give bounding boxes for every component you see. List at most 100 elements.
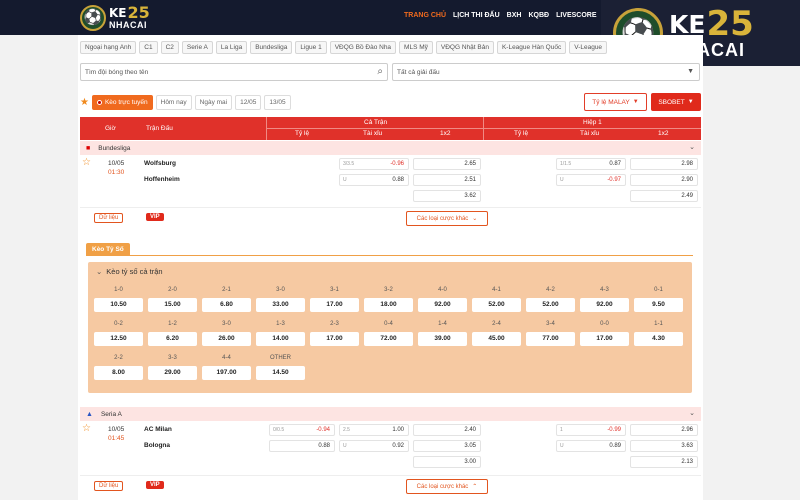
odds-cell[interactable]: 2.5 1.00 (339, 424, 409, 436)
league-chip[interactable]: VĐQG Bồ Đào Nha (329, 41, 397, 54)
score-odds-button[interactable]: 10.50 (94, 298, 143, 312)
odds-cell[interactable]: U 0.88 (339, 174, 409, 186)
odds-cell[interactable]: 1 -0.99 (556, 424, 626, 436)
score-odds-button[interactable]: 45.00 (472, 332, 521, 346)
score-odds-button[interactable]: 8.00 (94, 366, 143, 380)
odds-cell[interactable]: 2.90 (630, 174, 698, 186)
odds-format-dropdown[interactable]: Tỷ lệ MALAY ▼ (584, 93, 647, 111)
score-label: 0-2 (114, 321, 123, 327)
score-odds-button[interactable]: 26.00 (202, 332, 251, 346)
score-odds-button[interactable]: 17.00 (580, 332, 629, 346)
league-chip[interactable]: C1 (139, 41, 158, 54)
odds-cell[interactable]: 3.62 (413, 190, 481, 202)
filter-tab-date-1[interactable]: 12/05 (235, 95, 262, 110)
score-odds-button[interactable]: 17.00 (310, 298, 359, 312)
caret-down-icon: ▼ (687, 99, 694, 105)
nav-item-standings[interactable]: BXH (507, 12, 522, 19)
score-odds-button[interactable]: 92.00 (418, 298, 467, 312)
score-label: 0-0 (600, 321, 609, 327)
col-full-handicap: Tỷ lệ (295, 130, 310, 137)
odds-cell[interactable]: 3.00 (413, 456, 481, 468)
score-odds-button[interactable]: 17.00 (310, 332, 359, 346)
score-odds-button[interactable]: 39.00 (418, 332, 467, 346)
more-bets-label: Các loại cược khác (416, 483, 469, 490)
league-chip[interactable]: Ligue 1 (295, 41, 327, 54)
score-odds-button[interactable]: 33.00 (256, 298, 305, 312)
odds-cell[interactable]: 2.98 (630, 158, 698, 170)
favorite-star-icon[interactable]: ☆ (82, 424, 91, 434)
filter-tab-live[interactable]: Kèo trực tuyến (91, 95, 153, 110)
score-odds-button[interactable]: 4.30 (634, 332, 683, 346)
col-full-match: Cả Trận (364, 119, 388, 126)
site-logo[interactable]: ⚽ KE 25 NHACAI (80, 3, 180, 32)
odds-cell[interactable]: 2.51 (413, 174, 481, 186)
odds-cell[interactable]: 2.13 (630, 456, 698, 468)
league-chip[interactable]: Ngoại hạng Anh (80, 41, 137, 54)
odds-cell[interactable]: 0/0.5 -0.94 (269, 424, 335, 436)
score-odds-button[interactable]: 14.00 (256, 332, 305, 346)
nav-item-results[interactable]: KQBĐ (528, 12, 549, 19)
filter-tab-date-2[interactable]: 13/05 (264, 95, 291, 110)
data-button[interactable]: Dữ liệu (94, 481, 124, 491)
filter-tab-tomorrow[interactable]: Ngày mai (194, 95, 233, 110)
vip-button[interactable]: VIP (146, 481, 164, 489)
nav-item-schedule[interactable]: LỊCH THI ĐẤU (453, 12, 500, 19)
score-odds-button[interactable]: 15.00 (148, 298, 197, 312)
score-odds-button[interactable]: 52.00 (526, 298, 575, 312)
data-button[interactable]: Dữ liệu (94, 213, 124, 223)
score-odds-button[interactable]: 14.50 (256, 366, 305, 380)
league-chip[interactable]: C2 (160, 41, 179, 54)
league-chip[interactable]: Serie A (181, 41, 213, 54)
league-select[interactable]: Tất cả giải đấu ▼ (392, 63, 700, 81)
score-odds-button[interactable]: 52.00 (472, 298, 521, 312)
nav-item-home[interactable]: TRANG CHỦ (404, 12, 446, 19)
league-select-value: Tất cả giải đấu (397, 69, 440, 76)
favorite-star-icon[interactable]: ★ (80, 97, 89, 108)
correct-score-title[interactable]: ⌄ Kèo tỷ số cả trận (96, 267, 163, 276)
more-bets-button[interactable]: Các loại cược khác ⌃ (406, 479, 488, 494)
vip-button[interactable]: VIP (146, 213, 164, 221)
odds-cell[interactable]: U 0.92 (339, 440, 409, 452)
odds-cell[interactable]: 2.40 (413, 424, 481, 436)
league-chip[interactable]: VĐQG Nhật Bản (435, 41, 494, 54)
league-chip[interactable]: La Liga (215, 41, 248, 54)
nav-item-livescore[interactable]: LIVESCORE (556, 12, 596, 19)
home-team: Wolfsburg (144, 160, 177, 167)
odds-cell[interactable]: U 0.89 (556, 440, 626, 452)
league-chip[interactable]: Bundesliga (250, 41, 293, 54)
odds-cell[interactable]: 2.65 (413, 158, 481, 170)
favorite-star-icon[interactable]: ☆ (82, 158, 91, 168)
league-chip[interactable]: MLS Mỹ (399, 41, 433, 54)
chevron-down-icon[interactable]: ⌄ (689, 409, 695, 417)
more-bets-button[interactable]: Các loại cược khác ⌄ (406, 211, 488, 226)
score-odds-button[interactable]: 6.20 (148, 332, 197, 346)
score-odds-button[interactable]: 197.00 (202, 366, 251, 380)
logo-text-top: KE (669, 9, 706, 39)
odds-cell[interactable]: 0.88 (269, 440, 335, 452)
score-odds-button[interactable]: 72.00 (364, 332, 413, 346)
bookmaker-dropdown[interactable]: SBOBET ▼ (651, 93, 701, 111)
search-icon[interactable]: ⌕ (377, 67, 383, 77)
odds-cell[interactable]: U -0.97 (556, 174, 626, 186)
odds-cell[interactable]: 2.96 (630, 424, 698, 436)
odds-cell[interactable]: 1/1.5 0.87 (556, 158, 626, 170)
league-row-serie-a[interactable]: ▲ Seria A ⌄ (80, 407, 701, 421)
odds-cell[interactable]: 2.49 (630, 190, 698, 202)
score-odds-button[interactable]: 12.50 (94, 332, 143, 346)
chevron-down-icon[interactable]: ⌄ (689, 143, 695, 151)
score-odds-button[interactable]: 29.00 (148, 366, 197, 380)
score-odds-button[interactable]: 77.00 (526, 332, 575, 346)
league-row-bundesliga[interactable]: ■ Bundesliga ⌄ (80, 141, 701, 155)
score-odds-button[interactable]: 18.00 (364, 298, 413, 312)
filter-tab-today[interactable]: Hôm nay (155, 95, 192, 110)
league-chip[interactable]: V-League (569, 41, 608, 54)
odds-cell[interactable]: 3.63 (630, 440, 698, 452)
odds-cell[interactable]: 3/3.5 -0.96 (339, 158, 409, 170)
score-odds-button[interactable]: 9.50 (634, 298, 683, 312)
team-search-input[interactable]: Tìm đội bóng theo tên ⌕ (80, 63, 388, 81)
league-chip[interactable]: K-League Hàn Quốc (496, 41, 567, 54)
score-odds-button[interactable]: 6.80 (202, 298, 251, 312)
odds-value: 0.92 (392, 443, 404, 449)
odds-cell[interactable]: 3.05 (413, 440, 481, 452)
score-odds-button[interactable]: 92.00 (580, 298, 629, 312)
